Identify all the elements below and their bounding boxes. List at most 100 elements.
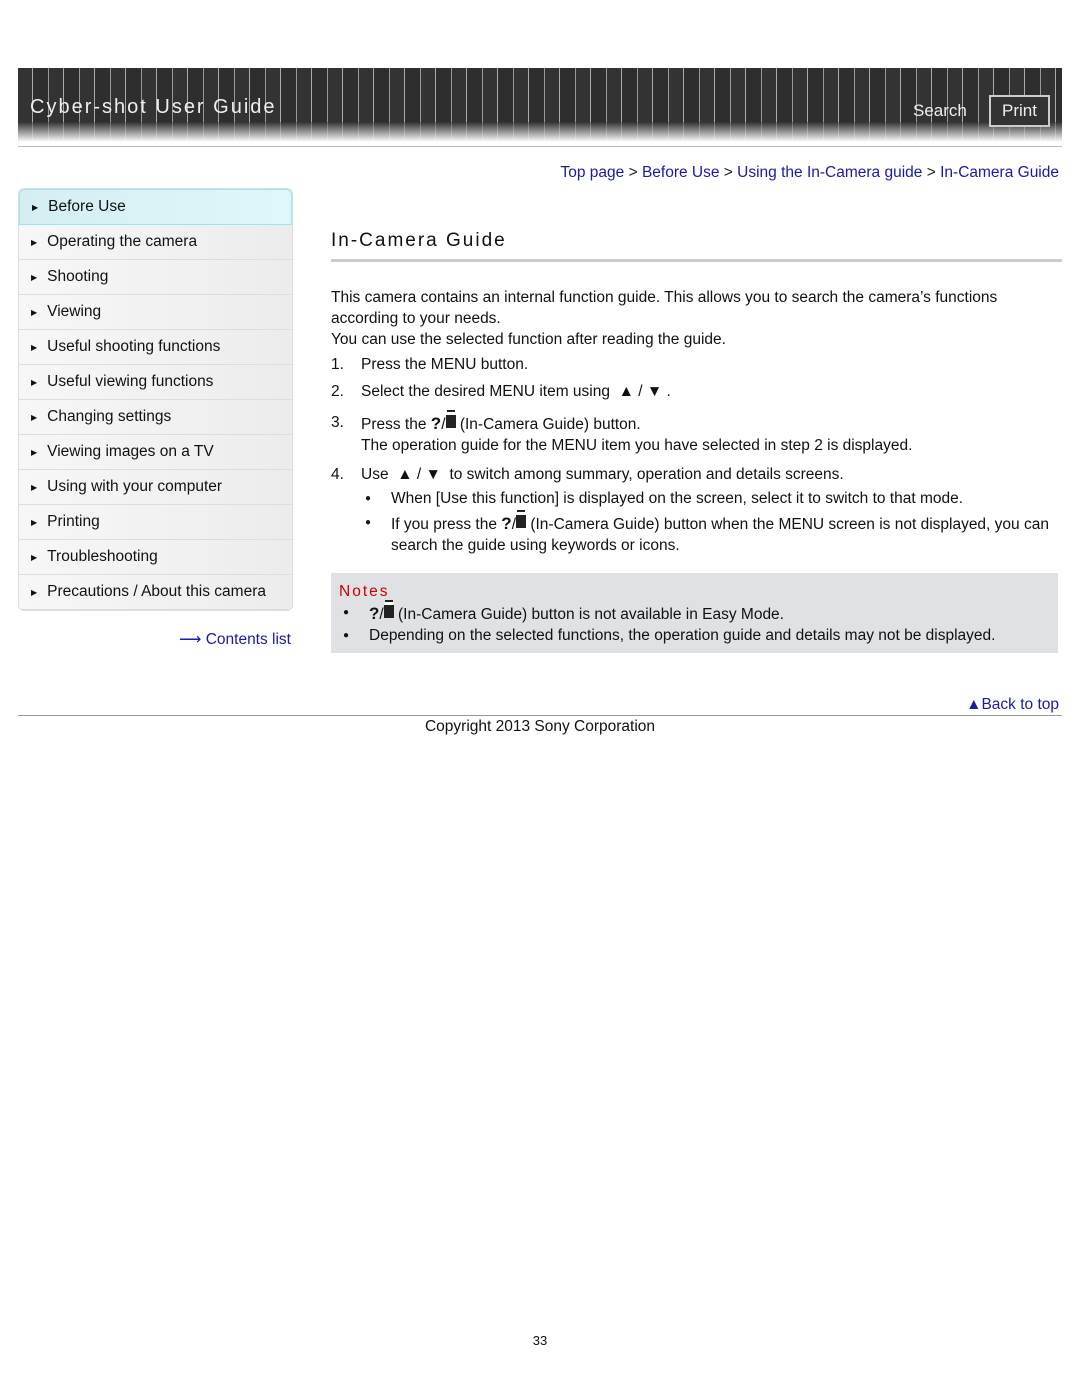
sidebar-nav: ▶ Before Use ▶ Operating the camera ▶ Shootin… bbox=[18, 188, 293, 611]
trash-icon bbox=[383, 602, 394, 618]
caret-right-icon: ▶ bbox=[32, 202, 39, 212]
caret-right-icon: ▶ bbox=[31, 552, 38, 562]
step-text: Press the MENU button. bbox=[361, 356, 529, 373]
bullet-text: When [Use this function] is displayed on… bbox=[391, 490, 964, 507]
footer-divider bbox=[18, 715, 1062, 716]
contents-list-link[interactable]: ⟶ Contents list bbox=[179, 630, 291, 649]
title-rule bbox=[331, 259, 1062, 262]
sidebar-item-label: Operating the camera bbox=[47, 233, 198, 250]
caret-right-icon: ▶ bbox=[31, 237, 38, 247]
caret-right-icon: ▶ bbox=[31, 342, 38, 352]
sidebar-item-viewing-images-on-a-tv[interactable]: ▶ Viewing images on a TV bbox=[19, 435, 292, 470]
sidebar-item-before-use[interactable]: ▶ Before Use bbox=[19, 189, 292, 225]
step: 3. Press the ?/ (In-Camera Guide) button.… bbox=[331, 412, 913, 454]
caret-right-icon: ▶ bbox=[31, 307, 38, 317]
step-text: . bbox=[666, 383, 671, 400]
caret-right-icon: ▶ bbox=[31, 377, 38, 387]
notes-box: Notes ● ?/ (In-Camera Guide) button is no… bbox=[331, 573, 1058, 653]
step-number: 2. bbox=[331, 383, 344, 400]
step-text: Use bbox=[361, 466, 389, 483]
sidebar-item-shooting[interactable]: ▶ Shooting bbox=[19, 260, 292, 295]
breadcrumb-before-use[interactable]: Before Use bbox=[642, 164, 720, 181]
caret-right-icon: ▶ bbox=[31, 272, 38, 282]
up-triangle-icon: ▲ bbox=[966, 696, 982, 713]
sidebar-item-changing-settings[interactable]: ▶ Changing settings bbox=[19, 400, 292, 435]
sidebar-item-operating-the-camera[interactable]: ▶ Operating the camera bbox=[19, 225, 292, 260]
separator: > bbox=[723, 164, 733, 181]
back-to-top-label: Back to top bbox=[981, 696, 1059, 713]
step: 4. Use ▲ / ▼ to switch among summary, ope… bbox=[331, 466, 844, 483]
step-text: Select the desired MENU item using bbox=[361, 383, 610, 400]
bullet-icon: ● bbox=[365, 493, 372, 504]
arrow-right-icon: ⟶ bbox=[179, 631, 202, 648]
note-item: ● Depending on the selected functions, th… bbox=[339, 625, 1058, 646]
copyright: Copyright 2013 Sony Corporation bbox=[424, 718, 656, 735]
back-to-top-link[interactable]: ▲Back to top bbox=[966, 696, 1059, 714]
up-arrow-icon: ▲ bbox=[397, 466, 413, 483]
trash-icon bbox=[516, 512, 526, 528]
bullet-icon: ● bbox=[343, 630, 350, 641]
step-text: to switch among summary, operation and d… bbox=[449, 466, 844, 483]
print-button[interactable]: Print bbox=[989, 95, 1050, 127]
sidebar-item-using-with-your-computer[interactable]: ▶ Using with your computer bbox=[19, 470, 292, 505]
step-text: Press the bbox=[361, 416, 427, 433]
page-number: 33 bbox=[532, 1333, 548, 1348]
page-title: In-Camera Guide bbox=[331, 230, 507, 251]
down-arrow-icon: ▼ bbox=[425, 466, 441, 483]
sidebar-item-label: Precautions / About this camera bbox=[47, 583, 266, 600]
sidebar-item-printing[interactable]: ▶ Printing bbox=[19, 505, 292, 540]
sidebar-item-label: Changing settings bbox=[47, 408, 172, 425]
sidebar-item-useful-viewing-functions[interactable]: ▶ Useful viewing functions bbox=[19, 365, 292, 400]
breadcrumb-top-page[interactable]: Top page bbox=[560, 164, 624, 181]
help-icon: ? bbox=[369, 604, 380, 623]
separator: > bbox=[926, 164, 936, 181]
bullet-item: ● When [Use this function] is displayed o… bbox=[357, 488, 1066, 509]
help-icon: ? bbox=[501, 514, 512, 533]
notes-heading: Notes bbox=[339, 583, 390, 600]
note-text: Depending on the selected functions, the… bbox=[369, 627, 996, 644]
sidebar-item-label: Using with your computer bbox=[47, 478, 223, 495]
breadcrumb-current[interactable]: In-Camera Guide bbox=[940, 164, 1059, 181]
step-text: (In-Camera Guide) button. bbox=[459, 416, 641, 433]
sidebar-item-label: Printing bbox=[47, 513, 100, 530]
sidebar-item-useful-shooting-functions[interactable]: ▶ Useful shooting functions bbox=[19, 330, 292, 365]
trash-icon bbox=[445, 412, 456, 428]
sidebar-item-label: Useful shooting functions bbox=[47, 338, 221, 355]
sidebar-item-label: Viewing bbox=[47, 303, 102, 320]
step: 1. Press the MENU button. bbox=[331, 354, 1066, 375]
divider bbox=[18, 146, 1062, 147]
sidebar-item-viewing[interactable]: ▶ Viewing bbox=[19, 295, 292, 330]
bullet-item: ● If you press the ?/ (In-Camera Guide) b… bbox=[357, 512, 1066, 556]
separator: > bbox=[628, 164, 638, 181]
sidebar-item-precautions-about-this-camera[interactable]: ▶ Precautions / About this camera bbox=[19, 575, 292, 610]
search-button[interactable]: Search bbox=[913, 101, 967, 121]
step-number: 4. bbox=[331, 466, 344, 483]
header-banner: Cyber-shot User Guide Search Print bbox=[18, 68, 1062, 142]
sidebar-item-label: Before Use bbox=[48, 198, 126, 215]
caret-right-icon: ▶ bbox=[31, 587, 38, 597]
sidebar-item-label: Useful viewing functions bbox=[47, 373, 214, 390]
up-arrow-icon: ▲ bbox=[618, 383, 634, 400]
caret-right-icon: ▶ bbox=[31, 447, 38, 457]
caret-right-icon: ▶ bbox=[31, 517, 38, 527]
caret-right-icon: ▶ bbox=[31, 412, 38, 422]
contents-list-label: Contents list bbox=[205, 631, 291, 648]
bullet-text: If you press the bbox=[391, 516, 497, 533]
note-text: (In-Camera Guide) button is not availabl… bbox=[398, 606, 784, 623]
step-number: 3. bbox=[331, 414, 344, 431]
step-detail: The operation guide for the MENU item yo… bbox=[361, 437, 913, 454]
sidebar-item-label: Viewing images on a TV bbox=[47, 443, 214, 460]
bullet-icon: ● bbox=[365, 517, 372, 528]
sidebar-item-troubleshooting[interactable]: ▶ Troubleshooting bbox=[19, 540, 292, 575]
intro-paragraph: You can use the selected function after … bbox=[331, 331, 726, 348]
breadcrumb: Top page > Before Use > Using the In-Cam… bbox=[560, 164, 1059, 182]
note-item: ● ?/ (In-Camera Guide) button is not avai… bbox=[339, 602, 1058, 625]
step: 2. Select the desired MENU item using ▲ /… bbox=[331, 383, 671, 400]
caret-right-icon: ▶ bbox=[31, 482, 38, 492]
guide-title: Cyber-shot User Guide bbox=[30, 96, 277, 118]
main-content: This camera contains an internal functio… bbox=[331, 287, 1066, 556]
sidebar-item-label: Shooting bbox=[47, 268, 109, 285]
down-arrow-icon: ▼ bbox=[646, 383, 663, 400]
bullet-icon: ● bbox=[343, 607, 350, 618]
breadcrumb-using-guide[interactable]: Using the In-Camera guide bbox=[737, 164, 922, 181]
